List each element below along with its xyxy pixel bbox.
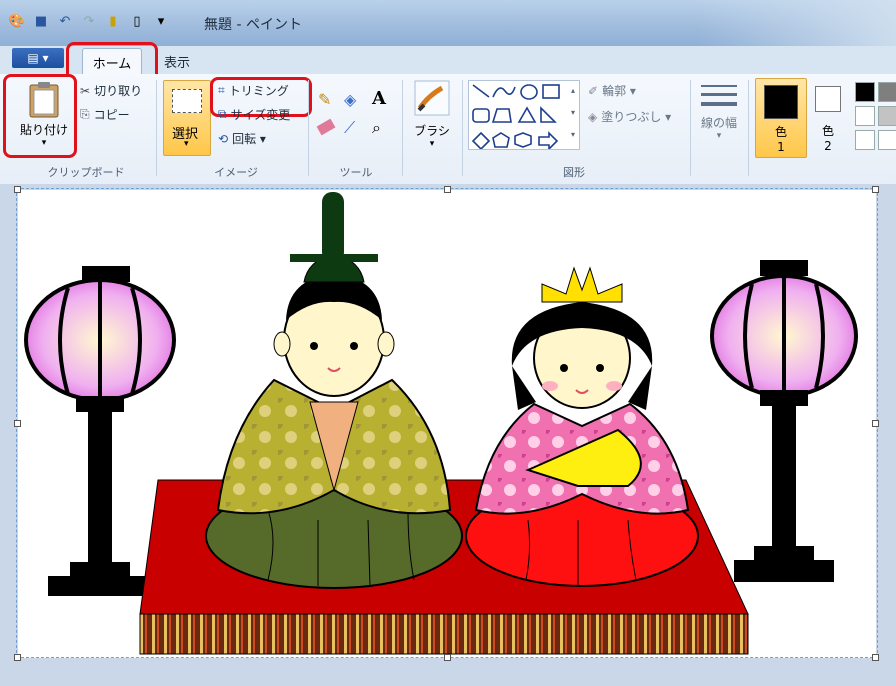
brush-button[interactable]: ブラシ ▾ — [408, 80, 456, 149]
background-window — [700, 0, 896, 46]
color2-swatch — [815, 86, 841, 112]
file-menu-button[interactable]: ▤ ▾ — [12, 48, 64, 68]
fill-label: 塗りつぶし ▾ — [601, 110, 672, 124]
image-group-label: イメージ — [214, 166, 258, 179]
redo-icon[interactable]: ↷ — [80, 12, 98, 30]
window-title: 無題 - ペイント — [204, 17, 302, 33]
color2-label-b: 2 — [824, 139, 832, 153]
rotate-label: 回転 ▾ — [232, 132, 266, 146]
palette-color[interactable] — [878, 106, 896, 126]
separator — [402, 80, 403, 176]
shapes-gallery[interactable] — [468, 80, 580, 151]
resize-label: サイズ変更 — [230, 108, 291, 122]
scissors-icon: ✂ — [80, 83, 91, 98]
resize-icon: ⧉ — [218, 107, 227, 121]
outline-button[interactable]: ✐ 輪郭 ▾ — [588, 82, 636, 99]
color1-button[interactable]: 色 1 — [755, 78, 807, 158]
undo-icon[interactable]: ↶ — [56, 12, 74, 30]
brush-icon — [414, 80, 450, 116]
palette-color[interactable] — [878, 130, 896, 150]
color1-swatch — [764, 85, 798, 119]
new-page-icon[interactable]: ▯ — [128, 12, 146, 30]
pencil-icon[interactable]: ✎ — [318, 90, 331, 109]
separator — [156, 80, 157, 176]
resize-button[interactable]: ⧉ サイズ変更 — [218, 106, 290, 123]
customize-qat-icon[interactable]: ▾ — [152, 12, 170, 30]
copy-label: コピー — [93, 108, 130, 122]
color2-label-a: 色 — [821, 124, 834, 138]
brush-label: ブラシ — [414, 124, 450, 138]
size-label: 線の幅 — [700, 116, 737, 130]
rotate-button[interactable]: ⟲ 回転 ▾ — [218, 130, 266, 147]
resize-handle[interactable] — [872, 186, 879, 193]
resize-handle[interactable] — [14, 654, 21, 661]
separator — [462, 80, 463, 176]
color2-button[interactable]: 色 2 — [808, 80, 848, 156]
shapes-scroll[interactable]: ▴ ▾ ▾ — [568, 80, 578, 148]
clipboard-group-label: クリップボード — [47, 166, 125, 179]
tab-view-label: 表示 — [163, 55, 190, 71]
quick-access-toolbar: 🎨 ■ ↶ ↷ ▮ ▯ ▾ — [8, 12, 170, 30]
brush-dropdown-icon[interactable]: ▾ — [430, 139, 435, 149]
properties-icon[interactable]: ▮ — [104, 12, 122, 30]
outline-label: 輪郭 ▾ — [602, 84, 636, 98]
title-bar: 🎨 ■ ↶ ↷ ▮ ▯ ▾ 無題 - ペイント — [0, 0, 896, 46]
outline-icon: ✐ — [588, 83, 599, 98]
separator — [690, 80, 691, 176]
palette-color[interactable] — [855, 130, 875, 150]
select-button[interactable]: 選択 ▾ — [163, 80, 211, 156]
tools-grid: ✎ ◈ A ⟋ ⌕ — [316, 88, 396, 148]
magnifier-icon[interactable]: ⌕ — [372, 118, 381, 138]
color-picker-icon[interactable]: ⟋ — [344, 118, 355, 138]
copy-icon: ⎘ — [80, 107, 90, 121]
selection-rect-icon — [172, 89, 202, 113]
separator — [308, 80, 309, 176]
tools-group-label: ツール — [339, 166, 373, 179]
separator — [748, 80, 749, 176]
color1-label-a: 色 — [774, 125, 787, 139]
palette-color[interactable] — [878, 82, 896, 102]
resize-handle[interactable] — [872, 654, 879, 661]
resize-handle[interactable] — [14, 420, 21, 427]
palette-color[interactable] — [855, 82, 875, 102]
fill-button[interactable]: ◈ 塗りつぶし ▾ — [588, 108, 671, 125]
resize-handle[interactable] — [14, 186, 21, 193]
highlight-paste — [3, 74, 77, 158]
color1-label-b: 1 — [777, 140, 785, 154]
resize-handle[interactable] — [444, 654, 451, 661]
tab-view[interactable]: 表示 — [160, 48, 194, 74]
cut-button[interactable]: ✂ 切り取り — [80, 82, 142, 99]
fill-bucket-icon[interactable]: ◈ — [344, 90, 356, 109]
eraser-icon[interactable] — [316, 118, 336, 136]
save-icon[interactable]: ■ — [32, 12, 50, 30]
palette-color[interactable] — [855, 106, 875, 126]
cut-label: 切り取り — [94, 84, 143, 98]
size-dropdown-icon[interactable]: ▾ — [717, 131, 722, 141]
resize-handle[interactable] — [872, 420, 879, 427]
shapes-icons — [471, 84, 560, 151]
size-button[interactable]: 線の幅 ▾ — [694, 82, 744, 141]
fill-icon: ◈ — [588, 109, 598, 124]
resize-handle[interactable] — [444, 186, 451, 193]
shapes-group-label: 図形 — [563, 166, 585, 179]
copy-button[interactable]: ⎘ コピー — [80, 106, 130, 123]
rotate-icon: ⟲ — [218, 131, 229, 146]
paint-app-icon[interactable]: 🎨 — [8, 12, 26, 30]
text-tool-icon[interactable]: A — [372, 88, 386, 109]
select-dropdown-icon[interactable]: ▾ — [184, 139, 189, 149]
canvas-selection-outline — [16, 188, 878, 658]
line-width-icon — [701, 85, 737, 106]
